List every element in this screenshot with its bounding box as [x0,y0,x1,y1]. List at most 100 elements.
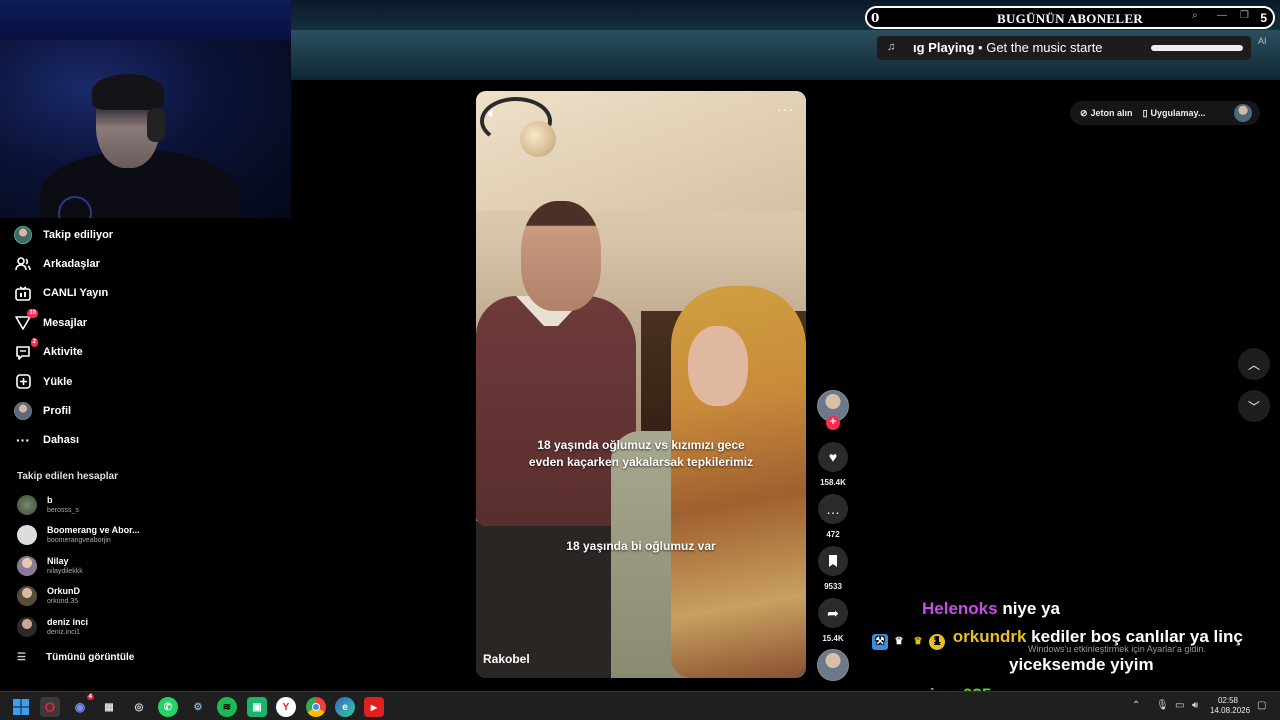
sidebar-item-profile[interactable]: Profil [14,396,214,425]
avatar [17,586,37,606]
chat-username: orkundrk [952,627,1027,646]
sidebar-nav: Takip ediliyor Arkadaşlar CANLI Yayın 10… [14,220,214,455]
followed-accounts-header: Takip edilen hesaplar [17,471,118,482]
live-icon [14,284,32,302]
sidebar-item-live[interactable]: CANLI Yayın [14,279,214,308]
system-clock[interactable]: 02:58 14.08.2026 [1210,696,1250,716]
coin-icon: ⊘ [1080,107,1088,118]
subs-right-count: 5 [1260,11,1267,25]
phone-icon: ▯ [1142,107,1148,118]
opera-gx-icon[interactable]: O [40,697,60,717]
avatar [17,495,37,515]
youtube-icon[interactable]: ▶ [364,697,384,717]
sidebar-item-activity[interactable]: 2 Aktivite [14,338,214,367]
sidebar-item-friends[interactable]: Arkadaşlar [14,249,214,278]
more-options-icon[interactable]: ··· [777,101,794,117]
notifications-icon[interactable]: ▢ [1257,700,1266,711]
account-name: deniz inci [47,617,89,627]
share-count: 15.4K [822,634,844,643]
account-name: Nilay [47,556,69,566]
chat-text: niye ya [1002,599,1060,618]
account-handle: orkund.35 [47,598,79,605]
restore-icon: ❐ [1240,10,1249,21]
volume-icon[interactable]: 🔊︎ [1192,700,1198,711]
network-icon[interactable]: ▭ [1175,700,1184,711]
save-count: 9533 [824,582,842,591]
chevron-up-icon: ︿ [1247,357,1260,372]
following-avatar-icon [14,225,32,244]
sidebar-item-label: Takip ediliyor [43,228,114,241]
next-video-button[interactable]: ﹀ [1238,390,1270,422]
like-count: 158.4K [820,478,846,487]
like-button[interactable]: ♥ 158.4K [817,442,849,487]
previous-video-button[interactable]: ︿ [1238,348,1270,380]
sidebar-item-label: Mesajlar [43,316,88,329]
moderator-badge-icon: ⚒ [872,634,888,650]
volume-icon[interactable]: 🔈︎ [488,105,496,122]
caption-line: 18 yaşında oğlumuz vs kızımızı gece [537,438,745,452]
avatar[interactable] [1234,104,1252,122]
followed-account[interactable]: Boomerang ve Abor... boomerangveaborjin [17,525,140,545]
steam-icon[interactable]: ⚙ [188,697,208,717]
app-green-icon[interactable]: ▣ [247,697,267,717]
microphone-icon[interactable]: 🎙︎ [1156,700,1169,711]
see-all-link[interactable]: ☰ Tümünü görüntüle [17,652,134,663]
activity-icon: 2 [14,338,38,361]
avatar [17,525,37,545]
more-icon: ··· [16,432,30,449]
account-handle: deniz.inci1 [47,629,81,636]
followed-account[interactable]: Nilay nilaydilekkk [17,556,83,576]
sidebar-item-more[interactable]: ··· Dahası [14,426,214,455]
sidebar-item-label: Profil [43,405,72,418]
sidebar-item-label: Arkadaşlar [43,258,100,271]
chat-message: Helenoks niye ya [922,598,1060,620]
edge-icon[interactable]: e [335,697,355,717]
webcam-overlay [0,0,291,218]
followed-account[interactable]: deniz inci deniz.inci1 [17,617,88,637]
save-button[interactable]: 9533 [817,546,849,591]
chevron-up-icon[interactable]: ⌃ [1132,700,1140,711]
author-avatar-button[interactable]: + [817,390,849,430]
get-coins-link[interactable]: Jeton alın [1091,108,1133,118]
heart-icon: ♥ [818,442,848,472]
video-caption: 18 yaşında oğlumuz vs kızımızı gece evde… [476,437,806,471]
calendar-icon[interactable]: ▦ [99,697,119,717]
streamer-hair [92,74,164,110]
video-scene-woman-face [688,326,748,406]
obs-icon[interactable]: ◎ [129,697,149,717]
music-disc-button[interactable] [817,649,849,681]
discord-icon[interactable]: ◉ 4 [70,694,94,717]
get-app-link[interactable]: Uygulamay... [1151,108,1206,118]
search-icon: ⌕ [1192,10,1198,21]
sidebar-item-messages[interactable]: 10 Mesajlar [14,308,214,337]
spotify-icon[interactable]: ≋ [217,697,237,717]
comment-button[interactable]: … 472 [817,494,849,539]
vip-crown-icon: ♛ [913,636,923,647]
share-icon: ➦ [818,598,848,628]
share-button[interactable]: ➦ 15.4K [817,598,849,643]
video-player[interactable]: 🔈︎ ··· 18 yaşında oğlumuz vs kızımızı ge… [476,91,806,678]
followed-account[interactable]: OrkunD orkund.35 [17,586,80,606]
follow-plus-icon[interactable]: + [826,416,840,430]
sub-badge-icon: 1 [929,634,945,650]
followed-account[interactable]: b berosss_s [17,495,79,515]
subscribers-goal-bar: 0 BUGÜNÜN ABONELER ⌕ — ❐ 5 [865,6,1275,29]
now-playing-track: Get the music starte [986,40,1103,55]
sidebar-item-following[interactable]: Takip ediliyor [14,220,214,249]
windows-start-icon[interactable] [11,697,31,717]
now-playing-widget: ♫ ıg Playing • Get the music starte [877,36,1251,60]
video-author[interactable]: Rakobel [483,652,530,666]
avatar [17,556,37,576]
sidebar-item-upload[interactable]: Yükle [14,367,214,396]
chat-text: kediler boş canlılar ya linç [1031,627,1243,646]
account-name: Boomerang ve Abor... [47,525,140,535]
yandex-icon[interactable]: Y [276,697,296,717]
caption-line: evden kaçarken yakalarsak tepkilerimiz [528,455,754,469]
whatsapp-icon[interactable]: ✆ [158,697,178,717]
chrome-icon[interactable] [306,697,326,717]
account-handle: berosss_s [47,507,79,514]
chat-username: Helenoks [922,599,998,618]
video-scene-man-head [521,201,601,311]
headset-icon [147,108,165,142]
messages-badge: 10 [27,308,38,318]
